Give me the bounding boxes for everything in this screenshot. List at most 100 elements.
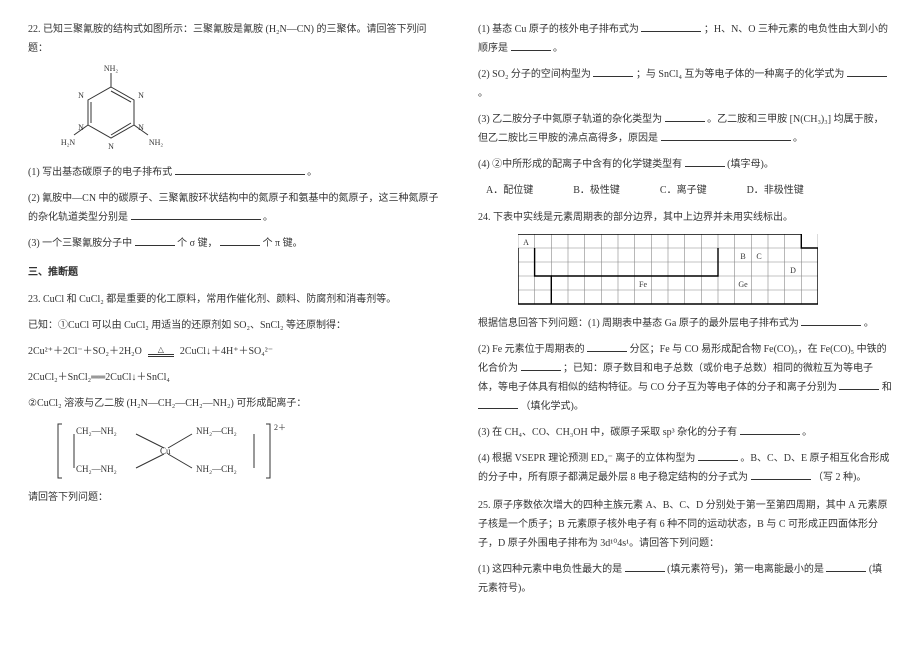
r-p4a: (4) ②中所形成的配离子中含有的化学键类型有	[478, 159, 682, 170]
label-h2n-left: H₂N	[61, 138, 76, 147]
grid-Fe: Fe	[639, 280, 647, 289]
r-p2a: (2) SO₂ 分子的空间构型为	[478, 69, 591, 80]
blank	[826, 561, 866, 572]
lig-tl: CH₂—NH₂	[76, 426, 117, 436]
grid-B: B	[740, 252, 745, 261]
blank	[511, 40, 551, 51]
double-line-icon	[148, 354, 174, 357]
q23-given: 已知：①CuCl 可以由 CuCl₂ 用适当的还原剂如 SO₂、SnCl₂ 等还…	[28, 316, 442, 335]
q22-p1-text: (1) 写出基态碳原子的电子排布式	[28, 167, 172, 178]
q23-ask: 请回答下列问题：	[28, 488, 442, 507]
r-p1c: 。	[553, 43, 563, 54]
q25-p1a: (1) 这四种元素中电负性最大的是	[478, 564, 622, 575]
section-3-heading: 三、推断题	[28, 263, 442, 282]
blank	[220, 235, 260, 246]
blank	[175, 164, 305, 175]
q24-stem: 24. 下表中实线是元素周期表的部分边界，其中上边界并未用实线标出。	[478, 208, 892, 227]
label-nh2-right: NH₂	[149, 138, 164, 147]
q23-stem: 23. CuCl 和 CuCl₂ 都是重要的化工原料，常用作催化剂、颜料、防腐剂…	[28, 290, 442, 309]
q22-stem: 22. 已知三聚氰胺的结构式如图所示：三聚氰胺是氰胺 (H₂N—CN) 的三聚体…	[28, 20, 442, 58]
label-nh2-top: NH₂	[104, 65, 119, 73]
cu-center: Cu	[160, 446, 171, 456]
q22-p1-tail: 。	[307, 167, 317, 178]
blank	[847, 66, 887, 77]
q24-p1: 根据信息回答下列问题：(1) 周期表中基态 Ga 原子的最外层电子排布式为 。	[478, 314, 892, 333]
r-p3: (3) 乙二胺分子中氮原子轨道的杂化类型为 。乙二胺和三甲胺 [N(CH₃)₃]…	[478, 110, 892, 148]
r-p2c: 。	[478, 88, 488, 99]
eq1-cond: △	[158, 346, 164, 354]
eq1-rhs: 2CuCl↓＋4H⁺＋SO₄²⁻	[180, 342, 273, 361]
blank	[135, 235, 175, 246]
question-24: 24. 下表中实线是元素周期表的部分边界，其中上边界并未用实线标出。	[478, 208, 892, 487]
grid-C: C	[756, 252, 761, 261]
blank	[698, 450, 738, 461]
q22-p2-tail: 。	[263, 212, 273, 223]
q24-p4a: (4) 根据 VSEPR 理论预测 ED₄⁻ 离子的立体构型为	[478, 453, 695, 464]
label-n-4: N	[78, 123, 84, 132]
blank	[751, 469, 811, 480]
blank	[740, 424, 800, 435]
blank	[587, 341, 627, 352]
question-23: 23. CuCl 和 CuCl₂ 都是重要的化工原料，常用作催化剂、颜料、防腐剂…	[28, 290, 442, 507]
lig-tr: NH₂—CH₂	[196, 426, 237, 436]
grid-Ge: Ge	[738, 280, 748, 289]
right-column: (1) 基态 Cu 原子的核外电子排布式为 ；H、N、O 三种元素的电负性由大到…	[478, 20, 892, 630]
lig-br: NH₂—CH₂	[196, 464, 237, 474]
q24-p3b: 。	[802, 427, 812, 438]
q23-cond2: ②CuCl₂ 溶液与乙二胺 (H₂N—CH₂—CH₂—NH₂) 可形成配离子：	[28, 394, 442, 413]
blank	[521, 360, 561, 371]
q24-p1b: 。	[864, 318, 874, 329]
label-n-5: N	[78, 91, 84, 100]
r-p3c: 。	[793, 133, 803, 144]
q22-p3a: (3) 一个三聚氰胺分子中	[28, 238, 132, 249]
q23-equation-1: 2Cu²⁺＋2Cl⁻＋SO₂＋2H₂O △ 2CuCl↓＋4H⁺＋SO₄²⁻	[28, 342, 442, 361]
r-p1: (1) 基态 Cu 原子的核外电子排布式为 ；H、N、O 三种元素的电负性由大到…	[478, 20, 892, 58]
blank	[641, 21, 701, 32]
eq1-lhs: 2Cu²⁺＋2Cl⁻＋SO₂＋2H₂O	[28, 342, 142, 361]
blank	[685, 156, 725, 167]
q24-p3a: (3) 在 CH₄、CO、CH₃OH 中，碳原子采取 sp³ 杂化的分子有	[478, 427, 737, 438]
opt-b: B．极性键	[573, 181, 620, 200]
blank	[478, 398, 518, 409]
blank	[801, 315, 861, 326]
q24-p2e: （填化学式)。	[521, 401, 584, 412]
blank	[665, 111, 705, 122]
q24-p2a: (2) Fe 元素位于周期表的	[478, 344, 585, 355]
r-p4-options: A．配位键 B．极性键 C．离子键 D．非极性键	[486, 181, 892, 200]
question-22: 22. 已知三聚氰胺的结构式如图所示：三聚氰胺是氰胺 (H₂N—CN) 的三聚体…	[28, 20, 442, 253]
opt-a: A．配位键	[486, 181, 533, 200]
label-n-1: N	[138, 91, 144, 100]
r-p4b: (填字母)。	[727, 159, 774, 170]
q23-complex-diagram: CH₂—NH₂ CH₂—NH₂ NH₂—CH₂ NH₂—CH₂ Cu 2＋	[56, 420, 442, 482]
r-p3a: (3) 乙二胺分子中氮原子轨道的杂化类型为	[478, 114, 662, 125]
q23-equation-2: 2CuCl₂＋SnCl₂══2CuCl↓＋SnCl₄	[28, 368, 442, 387]
q24-p3: (3) 在 CH₄、CO、CH₃OH 中，碳原子采取 sp³ 杂化的分子有 。	[478, 423, 892, 442]
q22-part2: (2) 氰胺中—CN 中的碳原子、三聚氰胺环状结构中的氮原子和氨基中的氮原子，这…	[28, 189, 442, 227]
label-n-2: N	[138, 123, 144, 132]
r-p2b: ；与 SnCl₄ 互为等电子体的一种离子的化学式为	[636, 69, 845, 80]
left-column: 22. 已知三聚氰胺的结构式如图所示：三聚氰胺是氰胺 (H₂N—CN) 的三聚体…	[28, 20, 442, 630]
lig-bl: CH₂—NH₂	[76, 464, 117, 474]
blank	[839, 379, 879, 390]
r-p4: (4) ②中所形成的配离子中含有的化学键类型有 (填字母)。	[478, 155, 892, 174]
q25-p1b: (填元素符号)，第一电离能最小的是	[667, 564, 824, 575]
opt-c: C．离子键	[660, 181, 707, 200]
q25-stem: 25. 原子序数依次增大的四种主族元素 A、B、C、D 分别处于第一至第四周期，…	[478, 496, 892, 553]
q22-structure-diagram: NH₂ N N N N N H₂N NH₂	[56, 65, 442, 157]
blank	[625, 561, 665, 572]
blank	[131, 209, 261, 220]
grid-A: A	[523, 238, 529, 247]
q24-p2: (2) Fe 元素位于周期表的 分区；Fe 与 CO 易形成配合物 Fe(CO)…	[478, 340, 892, 416]
label-n-3: N	[108, 142, 114, 151]
q22-p3c: 个 π 键。	[263, 238, 303, 249]
r-p1a: (1) 基态 Cu 原子的核外电子排布式为	[478, 24, 639, 35]
question-25: 25. 原子序数依次增大的四种主族元素 A、B、C、D 分别处于第一至第四周期，…	[478, 496, 892, 598]
q22-part3: (3) 一个三聚氰胺分子中 个 σ 键， 个 π 键。	[28, 234, 442, 253]
complex-charge: 2＋	[274, 423, 286, 432]
q24-p1a: 根据信息回答下列问题：(1) 周期表中基态 Ga 原子的最外层电子排布式为	[478, 318, 799, 329]
q25-p1: (1) 这四种元素中电负性最大的是 (填元素符号)，第一电离能最小的是 (填元素…	[478, 560, 892, 598]
q22-part1: (1) 写出基态碳原子的电子排布式 。	[28, 163, 442, 182]
eq1-arrow: △	[148, 346, 174, 357]
r-p2: (2) SO₂ 分子的空间构型为 ；与 SnCl₄ 互为等电子体的一种离子的化学…	[478, 65, 892, 103]
q24-p4: (4) 根据 VSEPR 理论预测 ED₄⁻ 离子的立体构型为 。B、C、D、E…	[478, 449, 892, 487]
